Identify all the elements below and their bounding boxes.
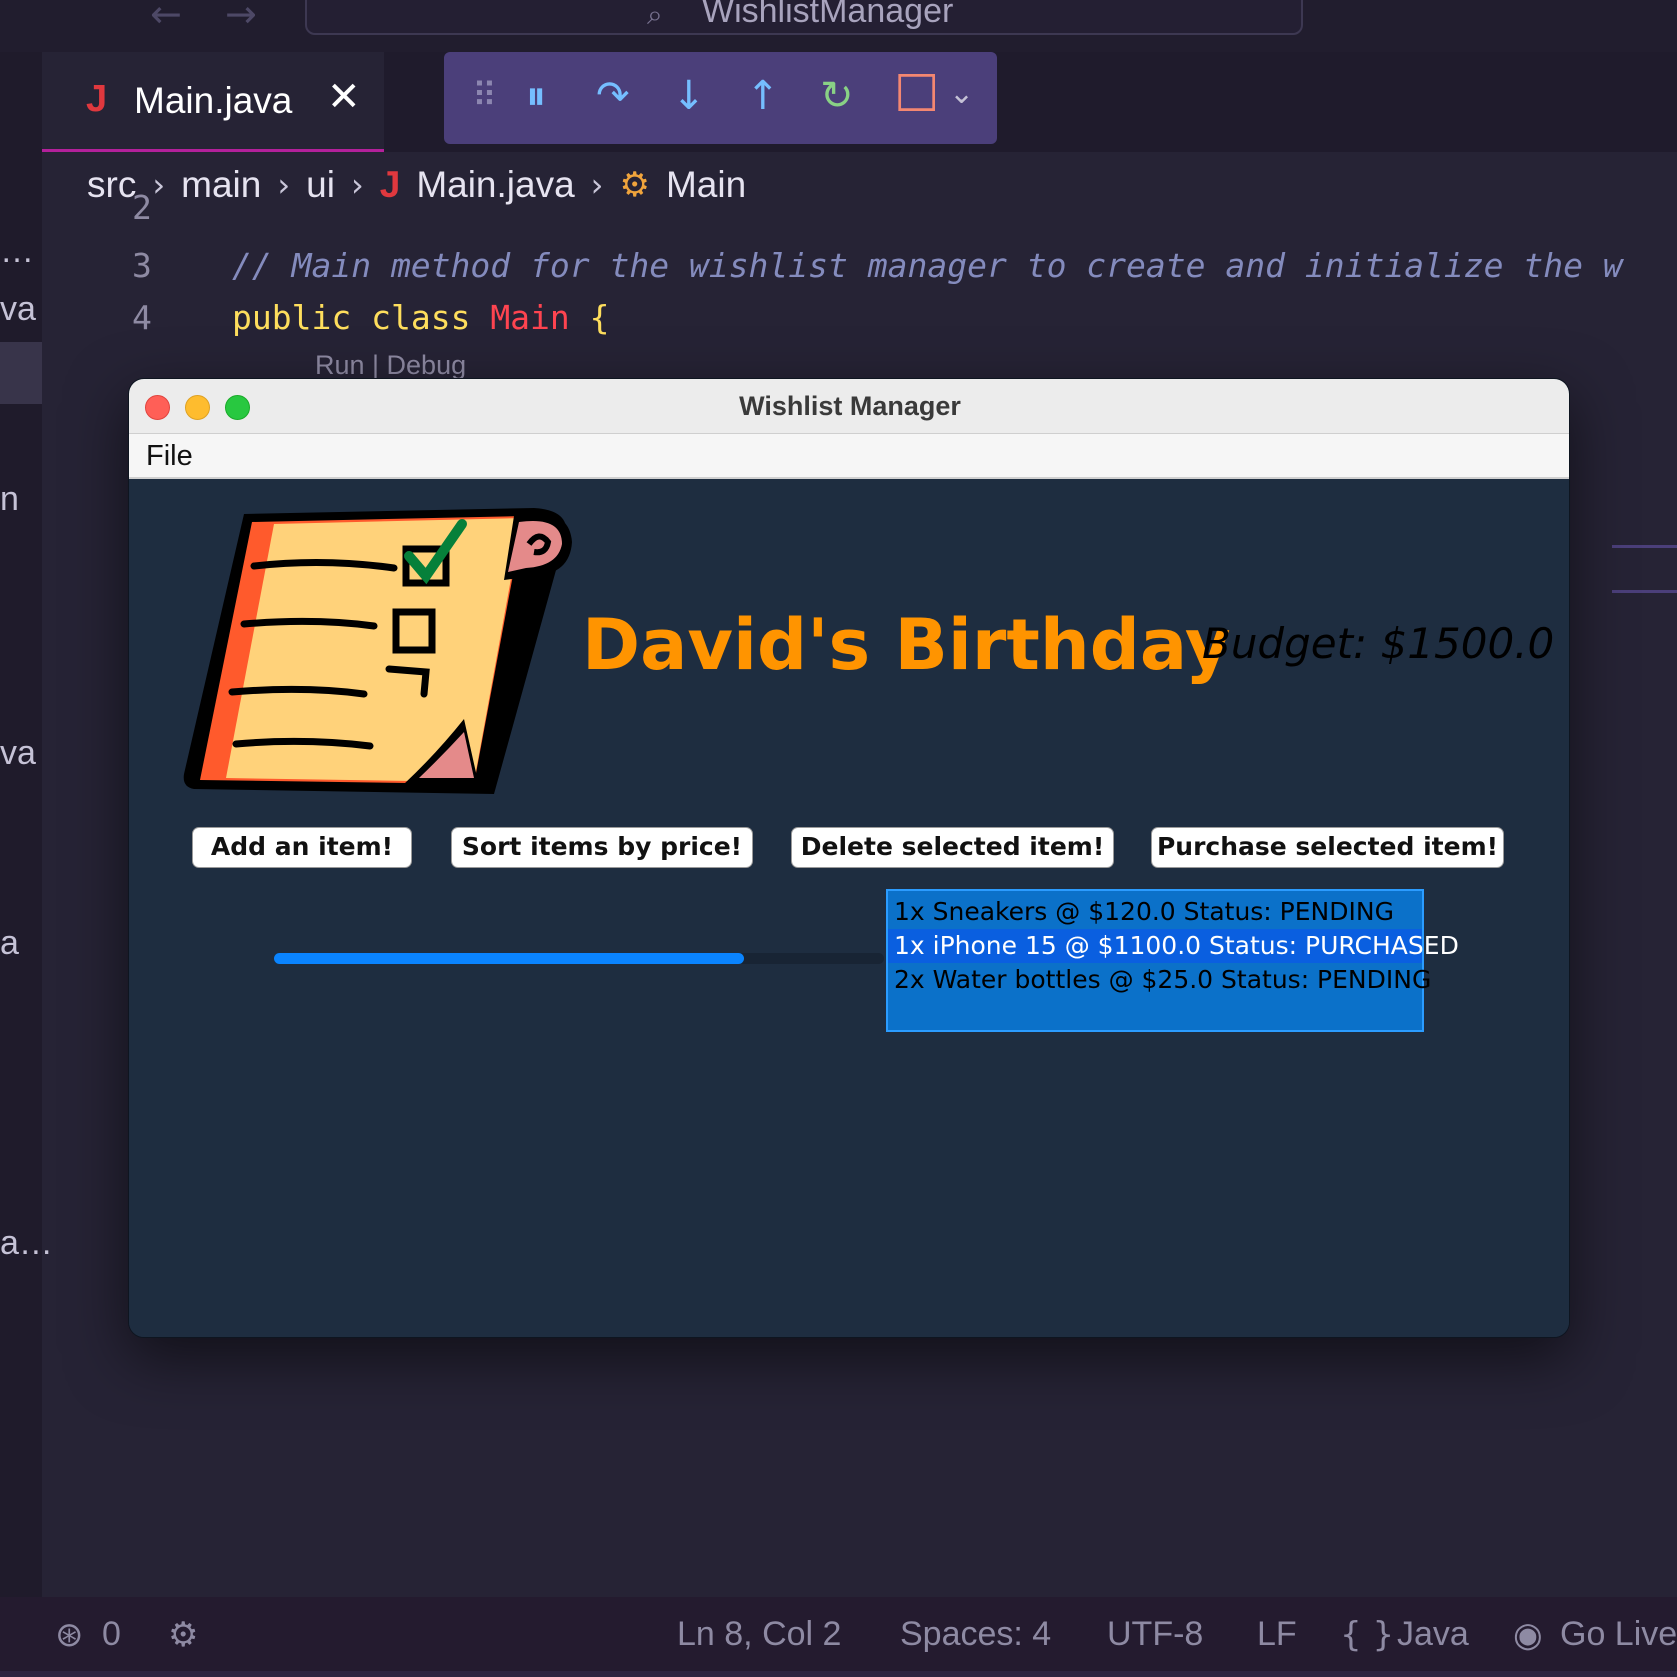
breadcrumb-separator-icon: › (277, 166, 291, 204)
list-item[interactable]: 1x iPhone 15 @ $1100.0 Status: PURCHASED (888, 929, 1459, 963)
breadcrumb-item[interactable]: Main (666, 164, 746, 206)
debug-toolbar: ⠿ ⏸ ↷ ↓ ↑ ↻ □ ⌄ (444, 52, 997, 144)
ports-count[interactable]: 0 (102, 1615, 121, 1654)
forward-arrow-icon[interactable]: → (225, 0, 257, 36)
encoding[interactable]: UTF-8 (1107, 1615, 1203, 1654)
breadcrumb-item[interactable]: src (87, 164, 136, 206)
search-icon: ⌕ (647, 0, 663, 31)
step-over-icon[interactable]: ↷ (596, 74, 630, 118)
line-number: 2 (132, 188, 152, 227)
code-line: public class Main { (232, 298, 610, 337)
pause-icon[interactable]: ⏸ (526, 74, 546, 118)
add-item-button[interactable]: Add an item! (192, 827, 412, 868)
status-bar-border (0, 1671, 1677, 1677)
list-item[interactable]: 2x Water bottles @ $25.0 Status: PENDING (888, 963, 1431, 997)
window-title: Wishlist Manager (739, 391, 961, 421)
java-file-icon: J (379, 164, 401, 205)
budget-progress-bar (274, 953, 884, 964)
delete-item-button[interactable]: Delete selected item! (791, 827, 1114, 868)
explorer-sidebar: … va n va a a… (0, 52, 53, 1597)
brace: { (589, 298, 610, 337)
sort-by-price-button[interactable]: Sort items by price! (451, 827, 753, 868)
menu-bar: File (129, 434, 1569, 479)
breadcrumb-item[interactable]: main (181, 164, 261, 206)
app-content: David's Birthday Budget: $1500.0 Add an … (129, 479, 1569, 1337)
sidebar-item[interactable]: a (0, 924, 19, 963)
sidebar-item[interactable]: … (0, 232, 34, 271)
code-comment: // Main method for the wishlist manager … (232, 246, 1623, 285)
java-file-icon: J (86, 78, 108, 120)
cursor-position[interactable]: Ln 8, Col 2 (677, 1615, 841, 1654)
keyword: public (232, 298, 352, 337)
breadcrumb: src › main › ui › J Main.java › ⚙ Main (87, 160, 746, 210)
menu-file[interactable]: File (146, 440, 193, 473)
sidebar-item[interactable]: n (0, 480, 19, 519)
back-arrow-icon[interactable]: ← (150, 0, 182, 36)
close-icon[interactable]: ✕ (327, 74, 361, 120)
go-live-icon: ◉ (1513, 1615, 1543, 1655)
purchase-item-button[interactable]: Purchase selected item! (1151, 827, 1504, 868)
progress-fill (274, 953, 744, 964)
keyword: class (371, 298, 471, 337)
status-bar: ⊛ 0 ⚙ Ln 8, Col 2 Spaces: 4 UTF-8 LF { }… (0, 1597, 1677, 1677)
wishlist-items-list[interactable]: 1x Sneakers @ $120.0 Status: PENDING 1x … (886, 889, 1459, 1032)
class-name: Main (490, 298, 570, 337)
breadcrumb-separator-icon: › (590, 166, 604, 204)
wishlist-manager-window: Wishlist Manager File David's Birthday B… (128, 378, 1570, 1338)
restart-icon[interactable]: ↻ (820, 74, 854, 118)
budget-label: Budget: $1500.0 (1202, 619, 1555, 668)
wishlist-heading: David's Birthday (582, 604, 1231, 686)
command-center[interactable]: ⌕ WishlistManager (305, 0, 1303, 35)
wishlist-scroll-logo (183, 508, 572, 794)
drag-handle-icon[interactable]: ⠿ (472, 74, 497, 118)
sidebar-selection (0, 342, 42, 404)
command-center-text: WishlistManager (702, 0, 954, 30)
step-out-icon[interactable]: ↑ (746, 74, 780, 118)
language-mode[interactable]: Java (1397, 1615, 1469, 1654)
stop-icon[interactable]: □ (894, 65, 939, 113)
chevron-down-icon[interactable]: ⌄ (949, 72, 974, 116)
broadcast-icon[interactable]: ⊛ (55, 1615, 84, 1655)
language-icon: { } (1340, 1615, 1395, 1655)
breadcrumb-item[interactable]: ui (306, 164, 335, 206)
line-number: 4 (132, 298, 152, 337)
breadcrumb-separator-icon: › (350, 166, 364, 204)
breadcrumb-separator-icon: › (152, 166, 166, 204)
step-into-icon[interactable]: ↓ (672, 74, 706, 118)
debug-icon[interactable]: ⚙ (168, 1615, 198, 1655)
class-symbol-icon: ⚙ (619, 165, 650, 205)
editor-divider (1612, 590, 1677, 593)
tab-title: Main.java (134, 80, 293, 121)
sidebar-item[interactable]: va (0, 734, 36, 773)
breadcrumb-item[interactable]: Main.java (416, 164, 574, 206)
sidebar-item[interactable]: va (0, 290, 36, 329)
line-number: 3 (132, 246, 152, 285)
indentation[interactable]: Spaces: 4 (900, 1615, 1051, 1654)
window-title-bar: Wishlist Manager (129, 379, 1569, 434)
editor-divider (1612, 545, 1677, 548)
tab-main-java[interactable]: J Main.java ✕ (42, 52, 384, 152)
go-live-button[interactable]: Go Live (1560, 1615, 1677, 1654)
title-bar: ← → ⌕ WishlistManager (0, 0, 1677, 52)
line-ending[interactable]: LF (1257, 1615, 1297, 1654)
list-item[interactable]: 1x Sneakers @ $120.0 Status: PENDING (888, 895, 1422, 929)
codelens-run-debug[interactable]: Run | Debug (315, 350, 466, 381)
